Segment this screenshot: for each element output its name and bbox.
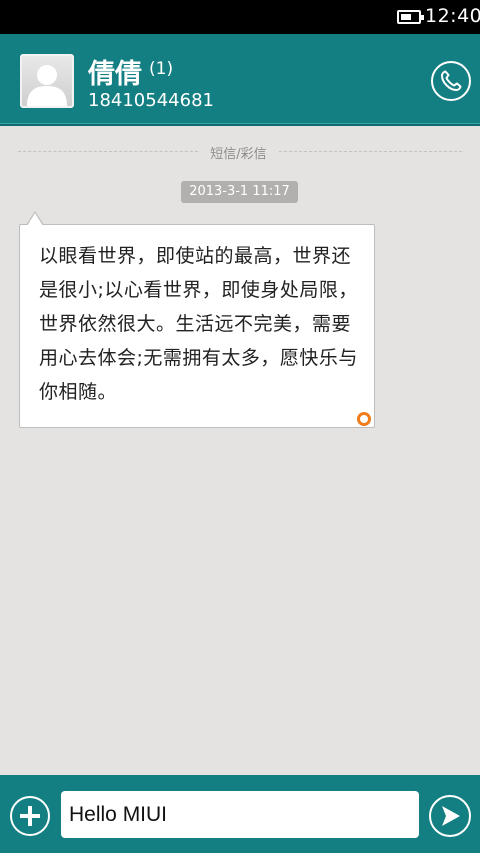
call-button[interactable] bbox=[431, 61, 471, 101]
thread-type-label: 短信/彩信 bbox=[210, 147, 267, 162]
status-bar: 12:40 bbox=[0, 0, 480, 34]
message-text: 以眼看世界，即使站的最高，世界还是很小;以心看世界，即使身处局限，世界依然很大。… bbox=[39, 245, 358, 403]
contact-name: 倩倩 bbox=[88, 59, 142, 90]
message-input[interactable] bbox=[61, 791, 419, 838]
contact-phone-number: 18410544681 bbox=[88, 90, 214, 111]
message-status-icon bbox=[357, 412, 371, 426]
person-avatar-icon[interactable] bbox=[20, 54, 74, 108]
conversation-header: 倩倩 (1) 18410544681 bbox=[0, 34, 480, 126]
message-timestamp: 2013-3-1 11:17 bbox=[181, 181, 298, 203]
battery-icon bbox=[397, 10, 424, 24]
phone-icon bbox=[441, 70, 462, 91]
plus-icon[interactable] bbox=[10, 796, 50, 836]
unread-count: (1) bbox=[149, 59, 174, 79]
composer-bar bbox=[0, 775, 480, 853]
send-arrow-icon bbox=[442, 806, 460, 826]
divider-line-right bbox=[279, 151, 462, 152]
message-bubble[interactable]: 以眼看世界，即使站的最高，世界还是很小;以心看世界，即使身处局限，世界依然很大。… bbox=[19, 211, 375, 428]
send-button[interactable] bbox=[429, 795, 471, 837]
divider-line-left bbox=[18, 151, 198, 152]
status-time: 12:40 bbox=[425, 5, 480, 27]
